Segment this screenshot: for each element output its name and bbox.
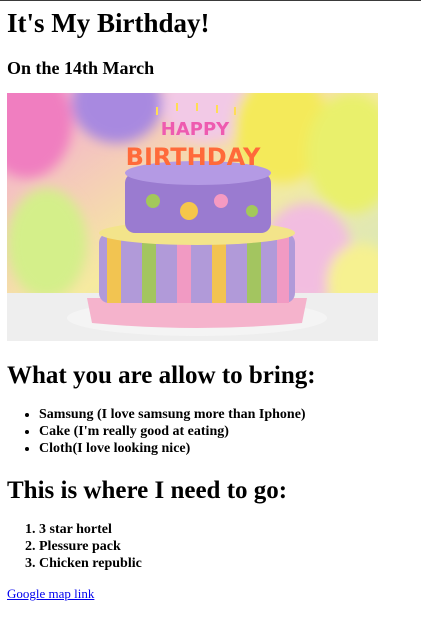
birthday-cake-image: HAPPY BIRTHDAY — [7, 93, 378, 341]
candle-text-bottom: BIRTHDAY — [126, 143, 261, 171]
list-item: Plessure pack — [39, 538, 142, 555]
list-item: Samsung (I love samsung more than Iphone… — [39, 406, 306, 423]
destination-list: 3 star hortel Plessure pack Chicken repu… — [7, 521, 142, 572]
page-title: It's My Birthday! — [7, 8, 210, 38]
destination-heading: This is where I need to go: — [7, 477, 288, 504]
list-item: Chicken republic — [39, 555, 142, 572]
bring-list: Samsung (I love samsung more than Iphone… — [7, 406, 306, 457]
page-subtitle: On the 14th March — [7, 58, 155, 78]
google-map-link[interactable]: Google map link — [7, 586, 94, 602]
list-item: Cloth(I love looking nice) — [39, 440, 306, 457]
list-item: 3 star hortel — [39, 521, 142, 538]
candle-text-top: HAPPY — [161, 119, 230, 140]
list-item: Cake (I'm really good at eating) — [39, 423, 306, 440]
bring-heading: What you are allow to bring: — [7, 362, 316, 389]
